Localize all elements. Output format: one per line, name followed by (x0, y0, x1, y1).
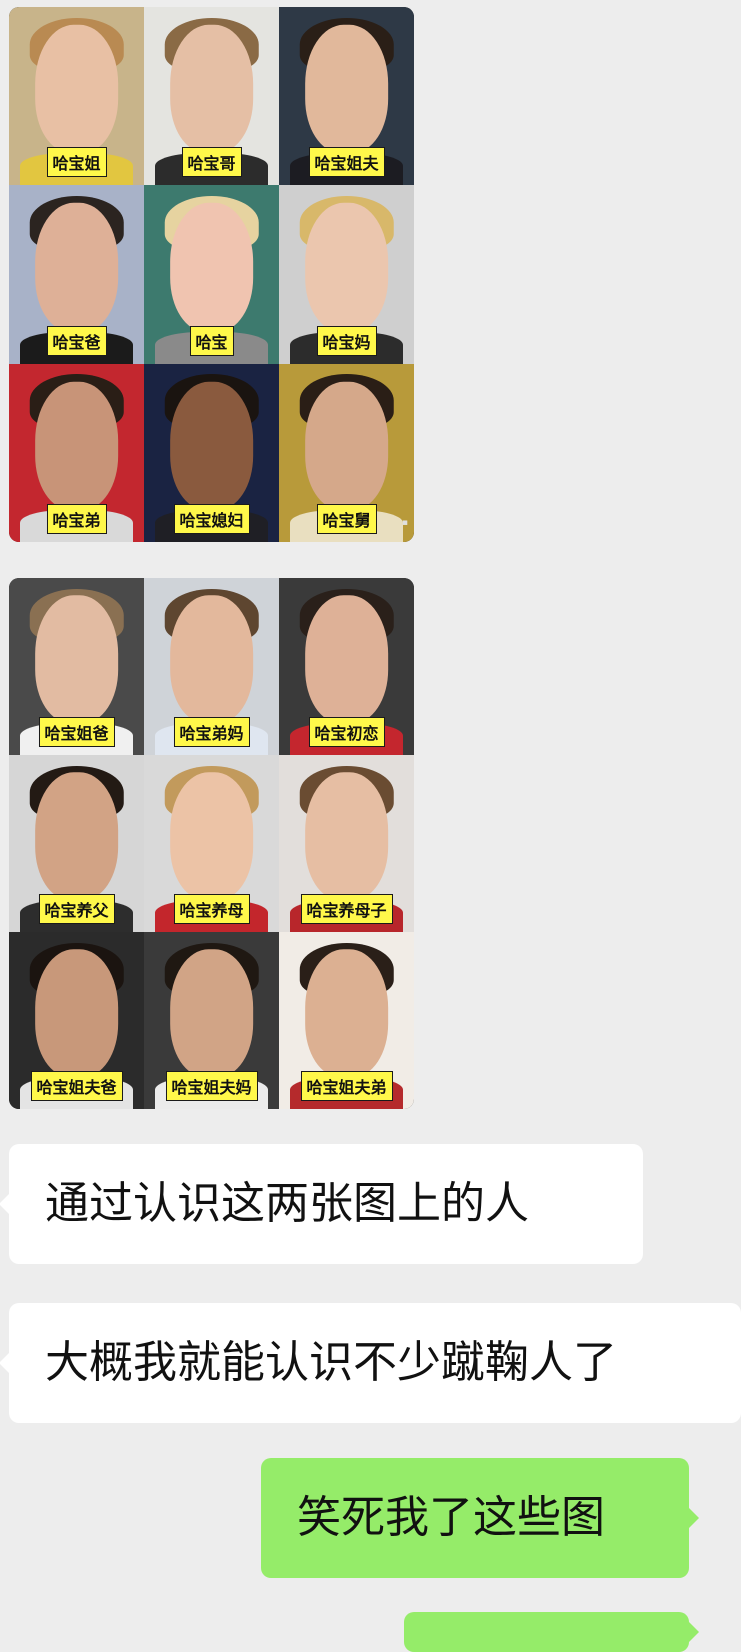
photo-label: 哈宝养母子 (300, 894, 393, 924)
photo-cell: 哈宝姐夫弟 (279, 932, 414, 1109)
photo-cell: 哈宝初恋 (279, 578, 414, 755)
photo-cell: 哈宝姐夫妈 (144, 932, 279, 1109)
photo-label: 哈宝弟妈 (173, 717, 250, 747)
photo-cell: 哈宝养母子 (279, 755, 414, 932)
photo-cell: 哈宝弟 (9, 363, 144, 542)
photo-cell: 哈宝姐夫 (279, 7, 414, 186)
photo-label: 哈宝姐 (46, 147, 107, 178)
photo-label: 哈宝哥 (181, 147, 242, 178)
message-text: 大概我就能认识不少蹴鞠人了 (45, 1337, 617, 1388)
photo-label: 哈宝养母 (173, 894, 250, 924)
photo-cell: 哈宝姐夫爸 (9, 932, 144, 1109)
photo-label: 哈宝姐夫妈 (165, 1071, 258, 1101)
photo-label: 哈宝弟 (46, 503, 107, 534)
photo-cell: 哈宝姐爸 (9, 578, 144, 755)
photo-label: 哈宝养父 (38, 894, 115, 924)
outgoing-message-bubble[interactable]: 笑死我了这些图 (261, 1458, 689, 1578)
photo-label: 哈宝姐夫 (308, 147, 385, 178)
photo-cell: 哈宝姐 (9, 7, 144, 186)
incoming-message-bubble[interactable]: 大概我就能认识不少蹴鞠人了 (9, 1303, 741, 1423)
photo-label: 哈宝 (189, 325, 234, 356)
outgoing-message-bubble-partial[interactable] (404, 1612, 689, 1652)
photo-label: 哈宝姐夫弟 (300, 1071, 393, 1101)
photo-cell: 哈宝爸 (9, 185, 144, 364)
incoming-message-bubble[interactable]: 通过认识这两张图上的人 (9, 1144, 643, 1264)
photo-label: 哈宝姐夫爸 (30, 1071, 123, 1101)
photo-cell: 哈宝哥 (144, 7, 279, 186)
image-message-family-grid-2[interactable]: 哈宝姐爸 哈宝弟妈 哈宝初恋 哈宝养父 哈宝养母 哈宝养母子 哈宝姐夫爸 哈宝姐… (9, 578, 414, 1109)
photo-cell: 哈宝养母 (144, 755, 279, 932)
message-text: 笑死我了这些图 (297, 1492, 605, 1543)
photo-cell: 哈宝养父 (9, 755, 144, 932)
photo-label: 哈宝舅 (316, 503, 377, 534)
photo-cell: 哈宝媳妇 (144, 363, 279, 542)
photo-cell: 哈宝妈 (279, 185, 414, 364)
photo-label: 哈宝妈 (316, 325, 377, 356)
image-message-family-grid-1[interactable]: 哈宝姐 哈宝哥 哈宝姐夫 哈宝爸 哈宝 哈宝妈 哈宝弟 哈宝媳妇 哈宝舅 ▪ (9, 7, 414, 542)
message-text: 通过认识这两张图上的人 (45, 1178, 529, 1229)
photo-label: 哈宝初恋 (308, 717, 385, 747)
photo-cell: 哈宝舅 ▪ (279, 363, 414, 542)
photo-label: 哈宝爸 (46, 325, 107, 356)
photo-cell: 哈宝弟妈 (144, 578, 279, 755)
chat-area: 哈宝姐 哈宝哥 哈宝姐夫 哈宝爸 哈宝 哈宝妈 哈宝弟 哈宝媳妇 哈宝舅 ▪ 哈… (0, 0, 741, 1652)
photo-cell: 哈宝 (144, 185, 279, 364)
watermark-icon: ▪ (401, 517, 408, 528)
photo-label: 哈宝媳妇 (173, 503, 250, 534)
photo-label: 哈宝姐爸 (38, 717, 115, 747)
